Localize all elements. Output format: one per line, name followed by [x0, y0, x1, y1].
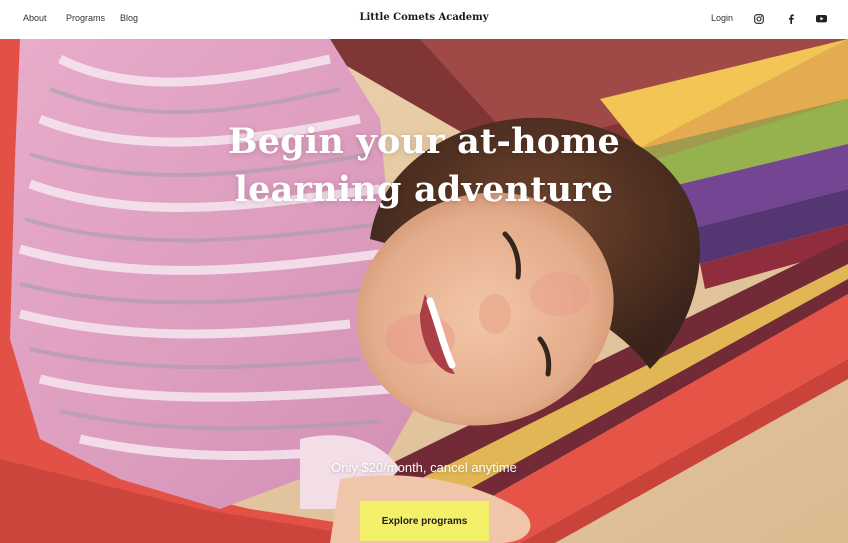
youtube-icon[interactable]	[816, 13, 827, 24]
hero-title-line-2: learning adventure	[234, 169, 614, 210]
pricing-subtitle: Only $20/month, cancel anytime	[331, 460, 517, 475]
hero-title-line-1: Begin your at-home	[227, 121, 621, 162]
facebook-icon[interactable]	[785, 13, 796, 24]
hero-title: Begin your at-home learning adventure	[0, 118, 848, 214]
top-navigation-bar: About Programs Blog Little Comets Academ…	[0, 0, 848, 39]
login-link[interactable]: Login	[711, 12, 733, 24]
instagram-icon[interactable]	[753, 13, 764, 24]
hero-section: Begin your at-home learning adventure On…	[0, 39, 848, 543]
explore-programs-button[interactable]: Explore programs	[360, 501, 489, 541]
